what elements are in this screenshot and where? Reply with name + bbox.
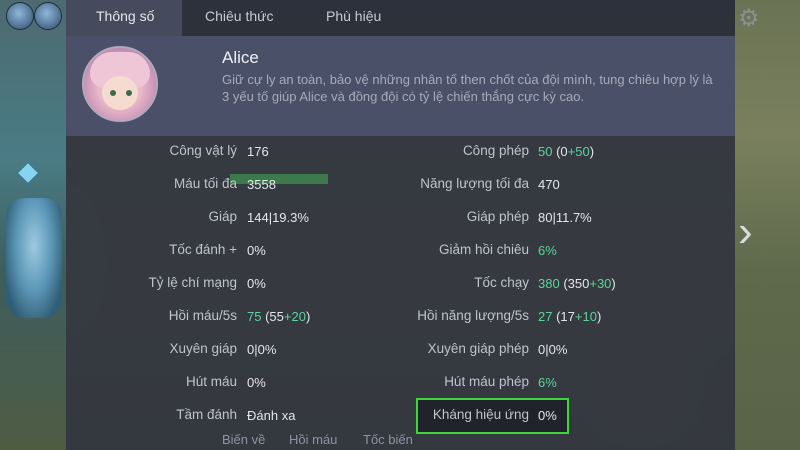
stat-value-base: 55 <box>269 309 284 324</box>
stat-value: Đánh xa <box>247 408 296 423</box>
stat-value-main: 380 <box>538 276 560 291</box>
stat-value: 6% <box>538 375 557 390</box>
stat-label: Kháng hiệu ứng <box>432 407 529 422</box>
stat-value-main: 75 <box>247 309 262 324</box>
stat-label: Xuyên giáp phép <box>427 341 529 356</box>
stat-label: Giáp <box>208 209 237 224</box>
stat-value: 0% <box>247 375 266 390</box>
stat-value-main: 50 <box>538 144 553 159</box>
stat-value: 80|11.7% <box>538 210 592 225</box>
stat-value-base: 350 <box>567 276 590 291</box>
stat-value: 144|19.3% <box>247 210 309 225</box>
stat-value-base: 0 <box>560 144 568 159</box>
stat-value: 0|0% <box>538 342 568 357</box>
stat-value: 75 (55+20) <box>247 309 311 324</box>
stat-value: 50 (0+50) <box>538 144 595 159</box>
stat-value: 380 (350+30) <box>538 276 616 291</box>
stat-label: Tầm đánh <box>176 407 237 422</box>
chevron-right-icon[interactable]: › <box>738 210 753 254</box>
stat-value: 27 (17+10) <box>538 309 602 324</box>
player-portrait-icon[interactable] <box>6 2 34 30</box>
tower-image <box>6 198 62 318</box>
stat-label: Năng lượng tối đa <box>420 176 529 191</box>
hero-header: Alice Giữ cự ly an toàn, bảo vệ những nh… <box>66 36 735 136</box>
stat-label: Tỷ lệ chí mạng <box>148 275 237 290</box>
stat-label: Máu tối đa <box>173 176 237 191</box>
tab-bar: Thông số Chiêu thức Phù hiệu <box>66 0 735 36</box>
tab-skills[interactable]: Chiêu thức <box>205 0 274 36</box>
stat-value: 6% <box>538 243 557 258</box>
stats-panel: Alice Giữ cự ly an toàn, bảo vệ những nh… <box>66 36 735 450</box>
hero-avatar <box>82 46 158 122</box>
stat-value: 470 <box>538 177 560 192</box>
stat-value-main: 6% <box>538 243 557 258</box>
hero-name: Alice <box>222 48 259 67</box>
stat-label: Giảm hồi chiêu <box>438 242 529 257</box>
stat-label: Giáp phép <box>466 209 529 224</box>
stat-value: 0% <box>247 243 266 258</box>
hint-recall: Biến về <box>222 432 266 447</box>
stat-label: Công vật lý <box>169 143 237 158</box>
tab-stats[interactable]: Thông số <box>66 0 182 36</box>
stat-value-main: 6% <box>538 375 557 390</box>
hint-heal: Hồi máu <box>289 432 338 447</box>
stat-label: Hút máu <box>185 374 237 389</box>
stat-label: Tốc đánh + <box>169 242 237 257</box>
stat-value-bonus: +20 <box>283 309 306 324</box>
player-portrait-icon-2[interactable] <box>34 2 62 30</box>
stat-label: Tốc chạy <box>474 275 529 290</box>
stat-value: 0|0% <box>247 342 277 357</box>
stat-value: 0% <box>538 408 557 423</box>
stat-value: 0% <box>247 276 266 291</box>
stat-value-bonus: +10 <box>574 309 597 324</box>
stat-value-main: 27 <box>538 309 553 324</box>
stat-value: 3558 <box>247 177 276 192</box>
stat-value-bonus: +30 <box>589 276 612 291</box>
stat-value: 176 <box>247 144 269 159</box>
hero-description: Giữ cự ly an toàn, bảo vệ những nhân tố … <box>222 72 713 104</box>
stat-label: Công phép <box>462 143 529 158</box>
stat-label: Xuyên giáp <box>169 341 237 356</box>
stat-value-base: 17 <box>560 309 575 324</box>
stat-value-bonus: +50 <box>567 144 590 159</box>
stat-label: Hút máu phép <box>444 374 529 389</box>
stat-label: Hồi năng lượng/5s <box>417 308 529 323</box>
gear-icon[interactable]: ⚙ <box>738 4 760 33</box>
stat-label: Hồi máu/5s <box>168 308 237 323</box>
hint-flash: Tốc biến <box>363 432 413 447</box>
max-hp-bar <box>230 174 328 184</box>
tab-emblems[interactable]: Phù hiệu <box>326 0 381 36</box>
